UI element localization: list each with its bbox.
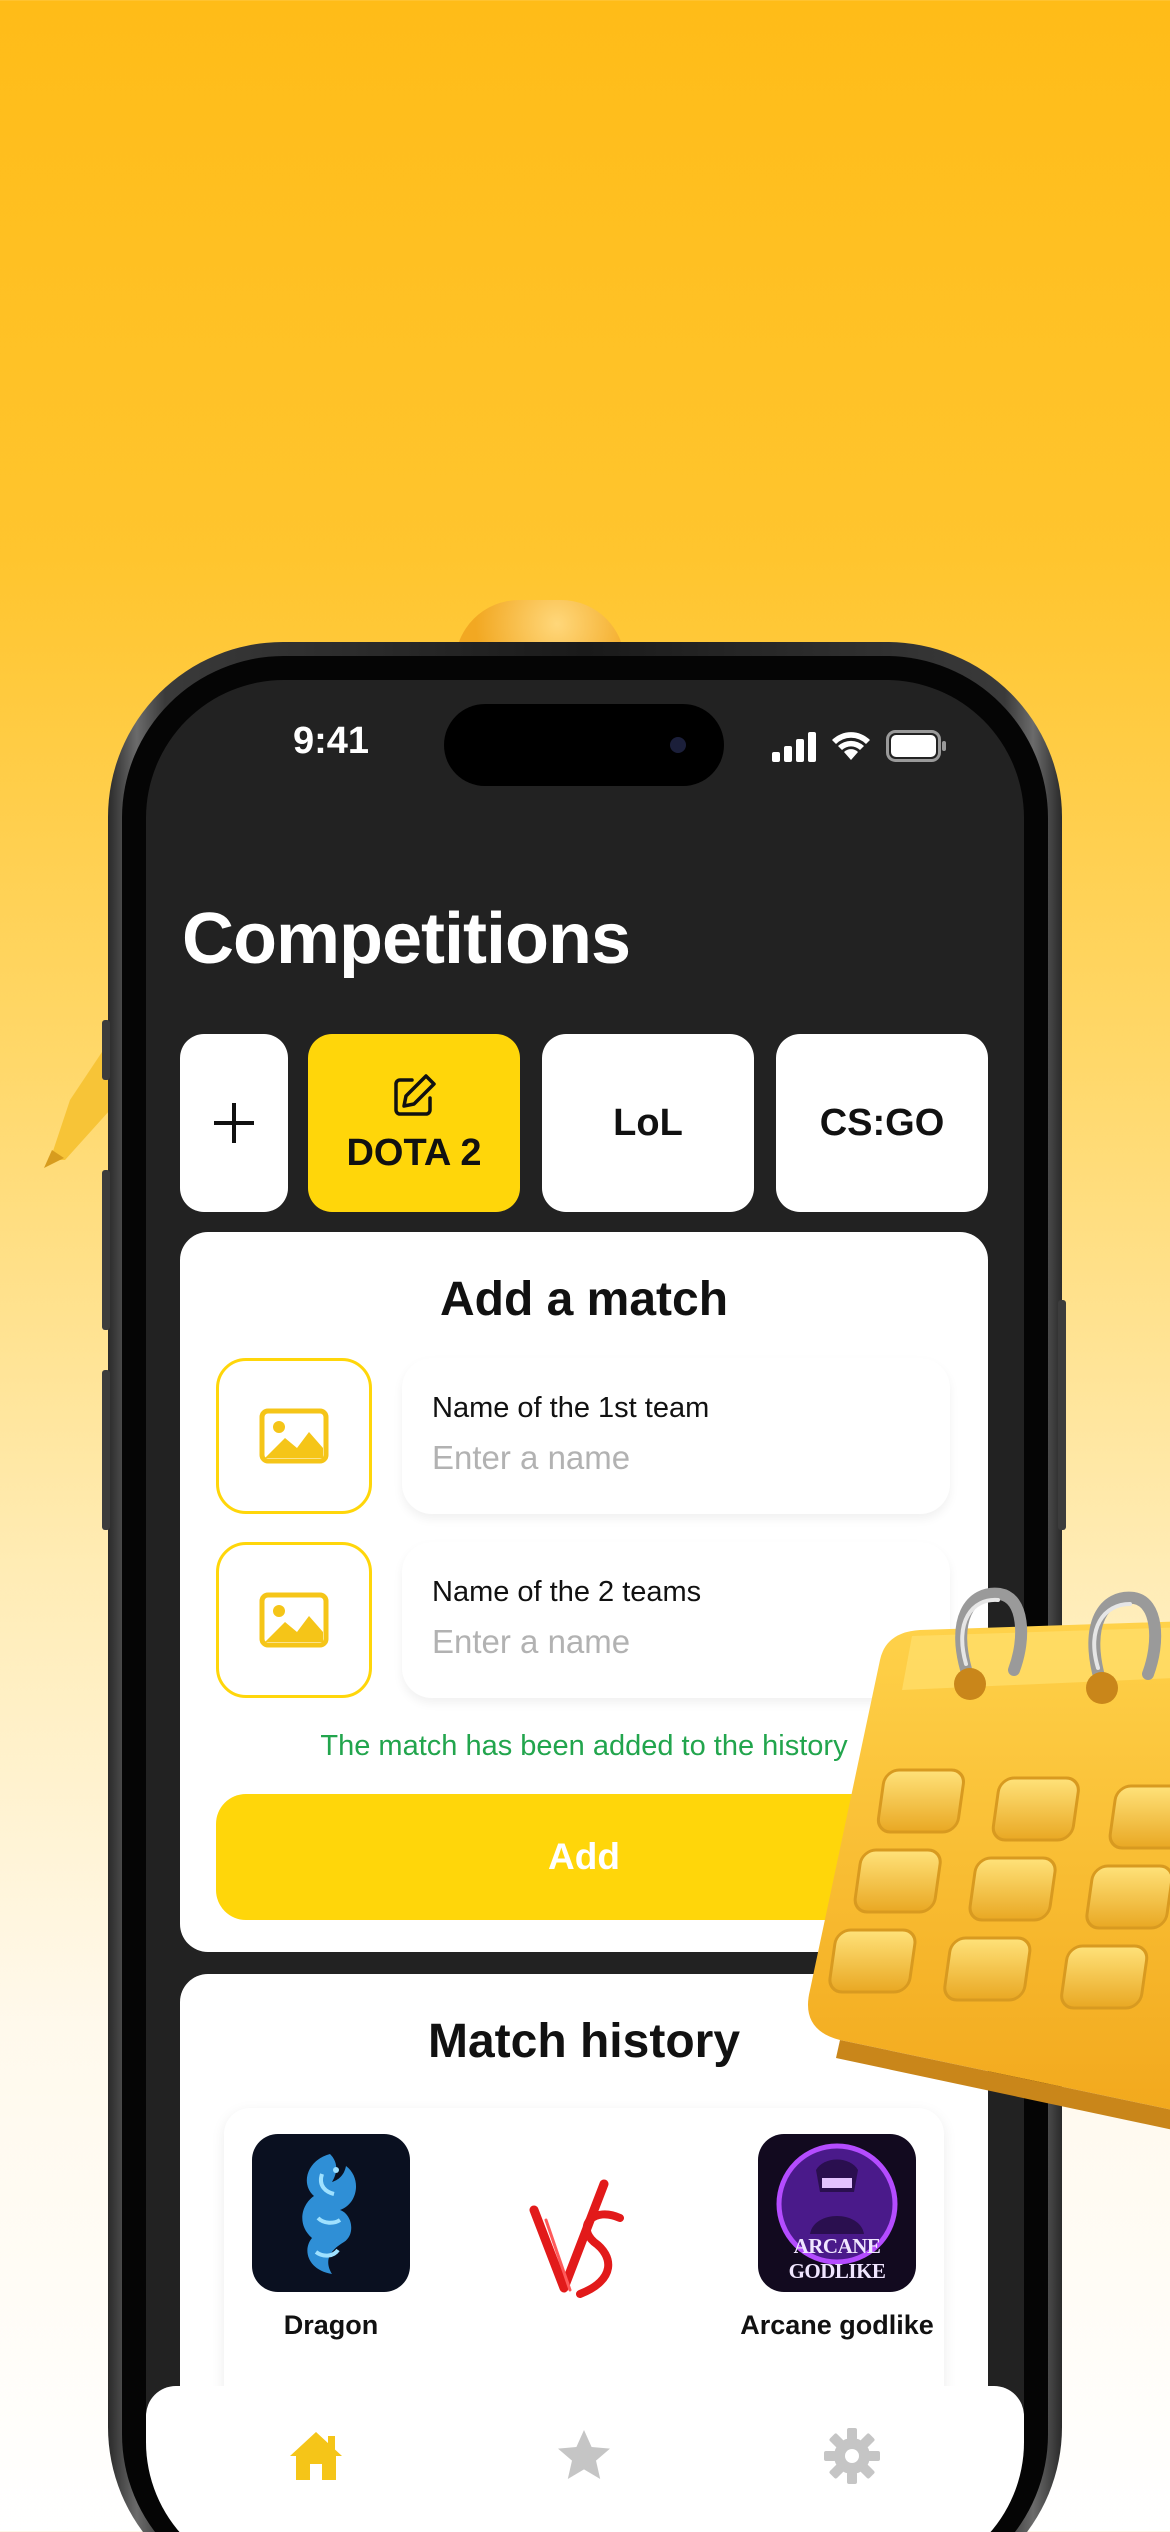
- cellular-icon: [772, 732, 816, 762]
- gear-icon[interactable]: [822, 2426, 882, 2486]
- team1-image-picker[interactable]: [216, 1358, 372, 1514]
- arcane-godlike-logo-text: ARCANE GODLIKE: [788, 2234, 886, 2283]
- plus-icon: [214, 1103, 254, 1143]
- team1-name: Dragon: [283, 2310, 379, 2340]
- star-icon[interactable]: [554, 2426, 614, 2486]
- wifi-icon: [832, 732, 870, 760]
- add-competition-tab[interactable]: [180, 1034, 288, 1212]
- add-match-title: Add a match: [439, 1273, 729, 1326]
- phone-power-button: [1058, 1300, 1066, 1530]
- tab-lol[interactable]: LoL: [542, 1034, 754, 1212]
- page-title: Competitions: [182, 899, 631, 979]
- tab-lol-label: LoL: [613, 1101, 683, 1144]
- tab-dota-2-label: DOTA 2: [346, 1131, 482, 1174]
- image-icon: [259, 1408, 329, 1464]
- phone-volume-up-button: [102, 1170, 110, 1330]
- home-icon[interactable]: [286, 2426, 346, 2486]
- front-camera: [670, 737, 686, 753]
- tab-csgo[interactable]: CS:GO: [776, 1034, 988, 1212]
- decorative-pen-illustration: [44, 1040, 110, 1168]
- bottom-navigation-bar: [146, 2386, 1024, 2532]
- team2-image-picker[interactable]: [216, 1542, 372, 1698]
- edit-icon: [394, 1073, 436, 1116]
- decorative-calendar-illustration: [808, 1587, 1170, 2130]
- team1-name-label: Name of the 1st team: [432, 1392, 710, 1424]
- team2-name: Arcane godlike: [740, 2310, 934, 2340]
- battery-icon: [886, 730, 946, 762]
- phone-action-button: [102, 1020, 110, 1080]
- image-icon: [259, 1592, 329, 1648]
- tab-csgo-label: CS:GO: [819, 1101, 945, 1144]
- team1-name-field[interactable]: Name of the 1st team: [402, 1358, 950, 1514]
- phone-volume-down-button: [102, 1370, 110, 1530]
- status-time: 9:41: [292, 720, 370, 762]
- tab-dota-2[interactable]: DOTA 2: [308, 1034, 520, 1212]
- team1-name-input[interactable]: [432, 1439, 899, 1477]
- versus-icon: [529, 2179, 624, 2298]
- arcane-godlike-logo: ARCANE GODLIKE: [758, 2134, 916, 2292]
- dragon-logo: [252, 2134, 410, 2292]
